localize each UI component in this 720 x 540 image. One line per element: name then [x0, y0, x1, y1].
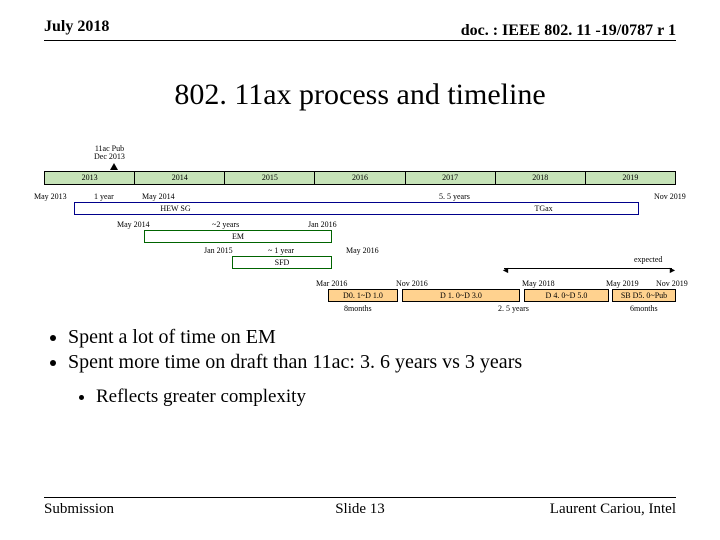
year-cell: 2015 — [224, 171, 314, 185]
label-1year-sfd: ~ 1 year — [268, 246, 294, 255]
pub-note: 11ac Pub Dec 2013 — [94, 145, 125, 162]
phase-d01-d10: D0. 1~D 1.0 — [328, 289, 398, 302]
label-2years: ~2 years — [212, 220, 239, 229]
em-bar: EM — [144, 230, 332, 243]
hew-sg-label: HEW SG — [160, 204, 190, 213]
hew-sg-bar: HEW SG TGax — [74, 202, 639, 215]
label-may2014-em: May 2014 — [117, 220, 150, 229]
label-jan2016: Jan 2016 — [308, 220, 337, 229]
year-cell: 2018 — [495, 171, 585, 185]
label-may2014-top: May 2014 — [142, 192, 175, 201]
label-mar2016: Mar 2016 — [316, 279, 347, 288]
bullet-2: Spent more time on draft than 11ac: 3. 6… — [68, 351, 676, 374]
year-cell: 2013 — [44, 171, 134, 185]
header-date: July 2018 — [44, 18, 109, 36]
label-1year: 1 year — [94, 192, 114, 201]
bullet-1: Spent a lot of time on EM — [68, 326, 676, 349]
label-may2019: May 2019 — [606, 279, 639, 288]
label-may2018: May 2018 — [522, 279, 555, 288]
label-2p5years: 2. 5 years — [498, 304, 529, 313]
label-may2013: May 2013 — [34, 192, 67, 201]
tgax-label: TGax — [534, 204, 552, 213]
sfd-bar: SFD — [232, 256, 332, 269]
footer-rule — [44, 497, 676, 498]
header-rule — [44, 40, 676, 41]
label-5p5years: 5. 5 years — [439, 192, 470, 201]
footer-author: Laurent Cariou, Intel — [550, 501, 676, 518]
year-cell: 2017 — [405, 171, 495, 185]
label-jan2015: Jan 2015 — [204, 246, 233, 255]
label-expected: expected — [634, 255, 662, 264]
year-cell: 2016 — [314, 171, 404, 185]
label-may2016-sfd: May 2016 — [346, 246, 379, 255]
sub-bullet-1: Reflects greater complexity — [96, 386, 676, 408]
label-nov2019-bot: Nov 2019 — [656, 279, 688, 288]
year-cell: 2014 — [134, 171, 224, 185]
phase-d10-d30: D 1. 0~D 3.0 — [402, 289, 520, 302]
page-title: 802. 11ax process and timeline — [0, 78, 720, 112]
pub-note-line2: Dec 2013 — [94, 152, 125, 161]
triangle-marker-icon — [110, 163, 118, 170]
label-6months: 6months — [630, 304, 658, 313]
expected-line — [504, 268, 672, 269]
phase-sb: SB D5. 0~Pub — [612, 289, 676, 302]
year-cell: 2019 — [585, 171, 676, 185]
header-doc-id: doc. : IEEE 802. 11 -19/0787 r 1 — [461, 22, 676, 40]
arrow-left-icon: ◄ — [501, 265, 510, 275]
label-8months: 8months — [344, 304, 372, 313]
arrow-right-icon: ► — [668, 265, 677, 275]
label-nov2016: Nov 2016 — [396, 279, 428, 288]
body-text: Spent a lot of time on EM Spent more tim… — [44, 326, 676, 410]
label-nov2019-top: Nov 2019 — [654, 192, 686, 201]
phase-d40-d50: D 4. 0~D 5.0 — [524, 289, 609, 302]
year-scale: 2013 2014 2015 2016 2017 2018 2019 — [44, 171, 676, 185]
